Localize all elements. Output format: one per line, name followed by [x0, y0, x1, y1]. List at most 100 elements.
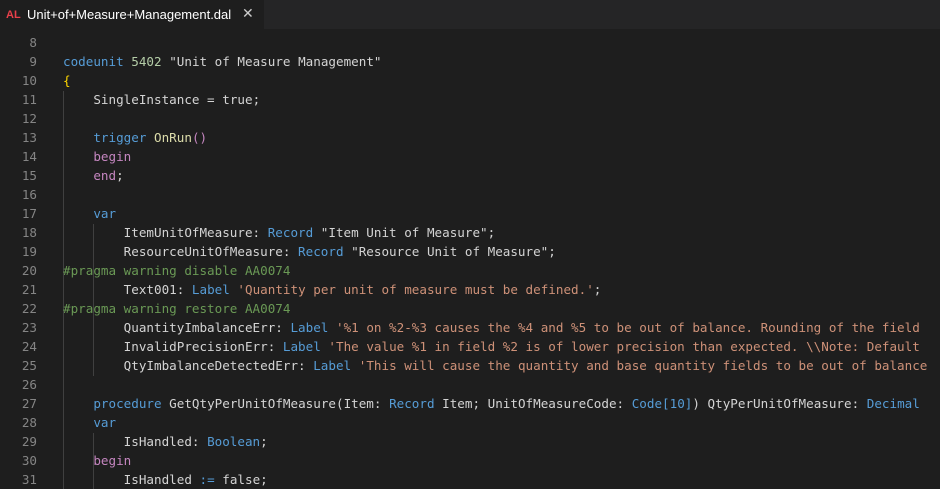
code-text: var	[63, 204, 116, 223]
line-number: 23	[21, 320, 37, 335]
code-line[interactable]: 18 ItemUnitOfMeasure: Record "Item Unit …	[0, 223, 940, 242]
line-number: 15	[21, 168, 37, 183]
code-line[interactable]: 26	[0, 375, 940, 394]
code-token: ItemUnitOfMeasure:	[63, 225, 268, 240]
line-number: 19	[21, 244, 37, 259]
line-number: 16	[21, 187, 37, 202]
code-line[interactable]: 23 QuantityImbalanceErr: Label '%1 on %2…	[0, 318, 940, 337]
code-line[interactable]: 17 var	[0, 204, 940, 223]
code-line[interactable]: 20 #pragma warning disable AA0074	[0, 261, 940, 280]
code-token: 'The value %1 in field %2 is of lower pr…	[328, 339, 920, 354]
code-line[interactable]: 24 InvalidPrecisionErr: Label 'The value…	[0, 337, 940, 356]
code-token: IsHandled:	[63, 434, 208, 449]
code-token: {	[63, 73, 71, 88]
code-token: var	[93, 415, 117, 430]
code-token: trigger	[93, 130, 147, 145]
code-line[interactable]: 10 {	[0, 71, 940, 90]
code-line[interactable]: 30 begin	[0, 451, 940, 470]
code-line[interactable]: 29 IsHandled: Boolean;	[0, 432, 940, 451]
code-text: ResourceUnitOfMeasure: Record "Resource …	[63, 242, 556, 261]
line-number: 14	[21, 149, 37, 164]
tab-bar: AL Unit+of+Measure+Management.dal ✕	[0, 0, 940, 29]
code-line[interactable]: 28 var	[0, 413, 940, 432]
line-number: 28	[21, 415, 37, 430]
line-number: 27	[21, 396, 37, 411]
line-number: 8	[29, 35, 37, 50]
code-line[interactable]: 25 QtyImbalanceDetectedErr: Label 'This …	[0, 356, 940, 375]
code-token: ;	[593, 282, 602, 297]
code-token: ()	[191, 130, 208, 145]
code-token: end	[93, 168, 117, 183]
line-number: 13	[21, 130, 37, 145]
code-text: SingleInstance = true;	[63, 90, 260, 109]
code-text: Text001: Label 'Quantity per unit of mea…	[63, 280, 602, 299]
code-token: ;	[116, 168, 124, 183]
line-number: 22	[21, 301, 37, 316]
code-line[interactable]: 21 Text001: Label 'Quantity per unit of …	[0, 280, 940, 299]
code-token: Label	[290, 320, 329, 335]
code-token: QtyImbalanceDetectedErr:	[63, 358, 314, 373]
code-text: #pragma warning disable AA0074	[63, 261, 290, 280]
code-token: var	[93, 206, 117, 221]
code-token: OnRun	[154, 130, 192, 145]
code-token: begin	[93, 453, 132, 468]
code-text: end;	[63, 166, 124, 185]
code-token: Label	[313, 358, 352, 373]
code-token: false;	[214, 472, 268, 487]
tab-title: Unit+of+Measure+Management.dal	[27, 7, 232, 22]
code-text: InvalidPrecisionErr: Label 'The value %1…	[63, 337, 920, 356]
code-token: "Resource Unit of Measure";	[343, 244, 556, 259]
tab-file[interactable]: AL Unit+of+Measure+Management.dal ✕	[0, 0, 264, 29]
code-text: begin	[63, 147, 131, 166]
code-line[interactable]: 31 IsHandled := false;	[0, 470, 940, 489]
code-token: Decimal	[866, 396, 920, 411]
code-token: ;	[260, 434, 268, 449]
code-text: QuantityImbalanceErr: Label '%1 on %2-%3…	[63, 318, 920, 337]
code-line[interactable]: 19 ResourceUnitOfMeasure: Record "Resour…	[0, 242, 940, 261]
close-icon[interactable]: ✕	[242, 5, 254, 22]
code-token: "Unit of Measure Management"	[161, 54, 382, 69]
code-line[interactable]: 27 procedure GetQtyPerUnitOfMeasure(Item…	[0, 394, 940, 413]
code-line[interactable]: 11 SingleInstance = true;	[0, 90, 940, 109]
code-text: codeunit 5402 "Unit of Measure Managemen…	[63, 52, 382, 71]
line-number: 12	[21, 111, 37, 126]
line-number: 21	[21, 282, 37, 297]
code-token: '%1 on %2-%3 causes the %4 and %5 to be …	[335, 320, 920, 335]
code-text: IsHandled := false;	[63, 470, 268, 489]
code-line[interactable]: 22 #pragma warning restore AA0074	[0, 299, 940, 318]
code-line[interactable]: 14 begin	[0, 147, 940, 166]
line-number: 18	[21, 225, 37, 240]
line-number: 17	[21, 206, 37, 221]
line-number: 29	[21, 434, 37, 449]
code-line[interactable]: 16	[0, 185, 940, 204]
line-number: 25	[21, 358, 37, 373]
code-token: codeunit	[63, 54, 124, 69]
line-number: 30	[21, 453, 37, 468]
code-text: var	[63, 413, 116, 432]
code-token: Record	[298, 244, 344, 259]
code-token: true	[222, 92, 253, 107]
code-token: ) QtyPerUnitOfMeasure:	[692, 396, 867, 411]
code-line[interactable]: 15 end;	[0, 166, 940, 185]
line-number: 9	[29, 54, 37, 69]
code-token: Record	[267, 225, 314, 240]
code-text: procedure GetQtyPerUnitOfMeasure(Item: R…	[63, 394, 920, 413]
code-token: Record	[389, 396, 435, 411]
code-token: 'This will cause the quantity and base q…	[358, 358, 928, 373]
code-line[interactable]: 9 codeunit 5402 "Unit of Measure Manageme…	[0, 52, 940, 71]
code-editor[interactable]: 8 9 codeunit 5402 "Unit of Measure Managem…	[0, 29, 940, 489]
code-token: Item; UnitOfMeasureCode:	[434, 396, 632, 411]
code-text: {	[63, 71, 71, 90]
code-token: IsHandled	[63, 472, 200, 487]
code-line[interactable]: 8	[0, 33, 940, 52]
code-line[interactable]: 13 trigger OnRun()	[0, 128, 940, 147]
code-line[interactable]: 12	[0, 109, 940, 128]
code-token: GetQtyPerUnitOfMeasure(Item:	[161, 396, 390, 411]
line-number: 10	[21, 73, 37, 88]
